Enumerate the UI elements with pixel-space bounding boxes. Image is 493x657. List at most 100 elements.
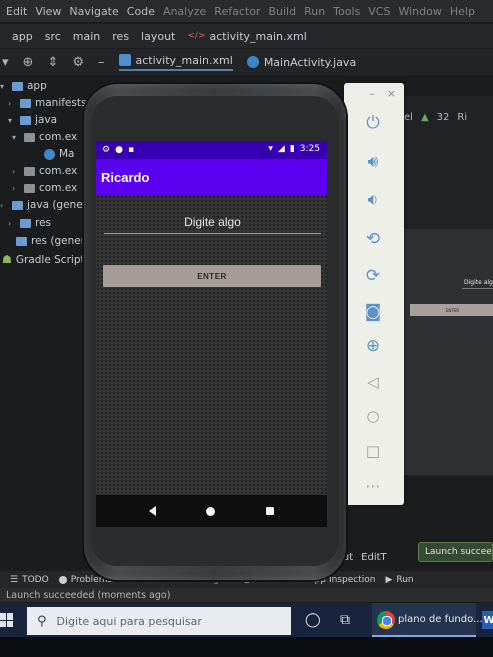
android-icon[interactable]: ▾ xyxy=(2,55,9,70)
xml-file-icon: </> xyxy=(187,31,206,41)
android-nav-bar xyxy=(96,495,327,527)
rotate-right-icon[interactable]: ⟳ xyxy=(359,263,387,289)
windows-taskbar: ⚲ Digite aqui para pesquisar ◯ ⧉ plano d… xyxy=(0,603,493,637)
menu-run[interactable]: Run xyxy=(304,5,325,18)
home-icon[interactable] xyxy=(206,506,216,516)
tab-label: activity_main.xml xyxy=(135,53,233,67)
tab-todo[interactable]: ☰ TODO xyxy=(10,575,49,585)
tree-label: com.ex xyxy=(39,131,78,143)
target-icon[interactable]: ⊕ xyxy=(23,55,34,70)
overview-icon[interactable]: □ xyxy=(359,438,387,464)
menu-view[interactable]: View xyxy=(35,5,61,18)
gradle-icon: ☗ xyxy=(2,253,12,266)
enter-button[interactable]: ENTER xyxy=(103,265,321,287)
tree-label: res (genera xyxy=(31,235,92,247)
menu-navigate[interactable]: Navigate xyxy=(69,5,118,18)
back-icon[interactable] xyxy=(149,506,157,516)
volume-up-icon[interactable]: 🔊︎ xyxy=(359,149,387,175)
api-level[interactable]: 32 xyxy=(437,112,450,123)
list-icon: ☰ xyxy=(10,574,19,585)
minimize-icon[interactable]: – xyxy=(369,87,375,101)
breadcrumb-main[interactable]: main xyxy=(73,30,100,43)
tree-label: java xyxy=(35,114,57,126)
folder-icon xyxy=(12,81,23,91)
camera-icon[interactable]: ◙ xyxy=(359,299,387,325)
status-message: Launch succeeded (moments ago) xyxy=(6,589,171,601)
breadcrumb-layout[interactable]: layout xyxy=(141,30,175,43)
tree-item-res[interactable]: › res xyxy=(8,217,51,229)
chevron-down-icon: ▾ xyxy=(12,132,17,142)
minimize-icon[interactable]: – xyxy=(98,55,105,70)
package-icon xyxy=(24,183,35,193)
ide-status-bar: Launch succeeded (moments ago) xyxy=(0,588,493,602)
windows-start-icon[interactable] xyxy=(0,613,14,627)
tree-item-gradle-scripts[interactable]: ☗ Gradle Scripts xyxy=(2,253,90,266)
collapse-icon[interactable]: ⇕ xyxy=(47,55,58,70)
tree-item-app[interactable]: ▾ app xyxy=(0,80,47,92)
tree-item-manifests[interactable]: › manifests xyxy=(8,97,86,109)
layout-preview[interactable]: Digite alg ENTER xyxy=(404,229,493,475)
tree-item-java-generated[interactable]: › java (gene xyxy=(0,199,83,211)
breadcrumb-src[interactable]: src xyxy=(45,30,61,43)
tree-label: manifests xyxy=(35,97,87,109)
power-icon[interactable]: ⏻ xyxy=(359,110,387,136)
folder-icon xyxy=(16,236,27,246)
wifi-icon: ▾ xyxy=(268,144,273,154)
breadcrumb-res[interactable]: res xyxy=(112,30,129,43)
tree-item-res-generated[interactable]: res (genera xyxy=(16,235,91,247)
folder-icon xyxy=(20,98,31,108)
close-icon[interactable]: × xyxy=(387,87,396,101)
battery-icon: ▮ xyxy=(289,144,295,154)
editor-toolbar: ▾ ⊕ ⇕ ⚙ – activity_main.xml MainActivity… xyxy=(0,49,493,75)
launch-toast[interactable]: Launch succeede xyxy=(418,542,493,562)
menu-edit[interactable]: Edit xyxy=(6,5,27,18)
component-tree-item[interactable]: EditT xyxy=(361,552,386,563)
text-input[interactable]: Digite algo xyxy=(106,215,319,233)
recents-icon[interactable] xyxy=(265,507,274,515)
emulator-window-controls: – × xyxy=(344,87,404,101)
menu-window[interactable]: Window xyxy=(398,5,441,18)
menu-build[interactable]: Build xyxy=(268,5,296,18)
tree-label: Ma xyxy=(59,148,75,160)
breadcrumb-app[interactable]: app xyxy=(12,30,33,43)
tree-label: com.ex xyxy=(39,165,78,177)
gear-icon[interactable]: ⚙ xyxy=(72,55,84,70)
tree-item-package[interactable]: › com.ex xyxy=(12,182,77,194)
chevron-right-icon: › xyxy=(12,183,16,193)
task-view-icon[interactable]: ⧉ xyxy=(340,612,350,628)
sd-card-icon: ▪ xyxy=(127,145,135,155)
tab-main-activity[interactable]: MainActivity.java xyxy=(246,55,357,69)
tab-label: Run xyxy=(396,574,414,585)
more-icon[interactable]: ⋯ xyxy=(359,473,387,499)
volume-down-icon[interactable]: 🔉︎ xyxy=(359,187,387,213)
tree-item-main-activity[interactable]: Ma xyxy=(44,148,75,160)
menu-analyze[interactable]: Analyze xyxy=(163,5,206,18)
device-selector[interactable]: el xyxy=(404,112,413,123)
run-config[interactable]: Ri xyxy=(457,112,467,123)
tree-item-java[interactable]: ▾ java xyxy=(8,114,57,126)
cortana-icon[interactable]: ◯ xyxy=(305,612,321,628)
run-icon: ▶ xyxy=(385,574,393,585)
back-icon[interactable]: ◁ xyxy=(359,369,387,395)
rotate-left-icon[interactable]: ⟲ xyxy=(359,226,387,252)
home-icon[interactable]: ○ xyxy=(359,403,387,429)
menu-code[interactable]: Code xyxy=(127,5,155,18)
taskbar-search[interactable]: ⚲ Digite aqui para pesquisar xyxy=(27,607,291,635)
tab-run[interactable]: ▶ Run xyxy=(385,575,413,585)
android-icon[interactable]: ▲ xyxy=(421,112,429,123)
tab-activity-main[interactable]: activity_main.xml xyxy=(118,53,233,71)
tab-label: MainActivity.java xyxy=(263,55,357,69)
design-preview-panel: el ▲ 32 Ri Digite alg ENTER xyxy=(402,96,493,476)
notification-icon: ● xyxy=(115,145,123,155)
tree-label: com.ex xyxy=(39,182,78,194)
menu-tools[interactable]: Tools xyxy=(333,5,360,18)
breadcrumb-file[interactable]: activity_main.xml xyxy=(210,30,307,43)
zoom-icon[interactable]: ⊕ xyxy=(359,333,387,359)
tree-item-package[interactable]: ▾ com.ex xyxy=(12,131,77,143)
menu-refactor[interactable]: Refactor xyxy=(214,5,260,18)
menu-help[interactable]: Help xyxy=(450,5,475,18)
chevron-right-icon: › xyxy=(8,218,12,228)
menu-vcs[interactable]: VCS xyxy=(368,5,390,18)
tree-item-package[interactable]: › com.ex xyxy=(12,165,77,177)
word-icon[interactable]: W xyxy=(482,611,493,629)
